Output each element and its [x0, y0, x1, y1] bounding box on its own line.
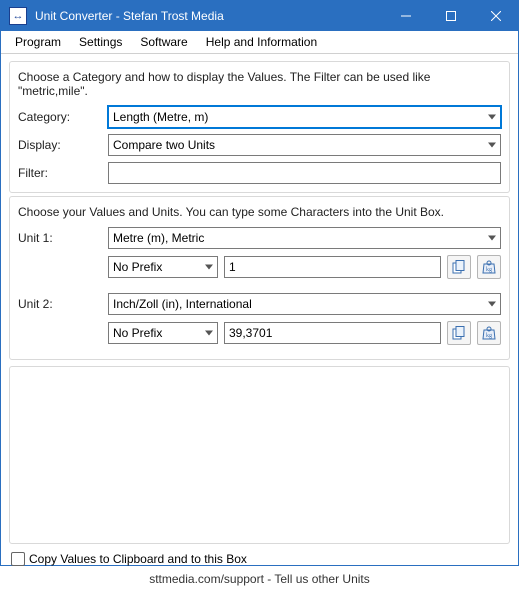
- unit2-row: Unit 2: Inch/Zoll (in), International: [18, 293, 501, 315]
- close-button[interactable]: [473, 1, 518, 31]
- maximize-button[interactable]: [428, 1, 473, 31]
- unit2-subrow: No Prefix 39,3701 kg: [108, 321, 501, 345]
- output-box[interactable]: [9, 366, 510, 544]
- unit1-block: Unit 1: Metre (m), Metric No Prefix 1: [18, 227, 501, 279]
- chevron-down-icon: [488, 115, 496, 120]
- unit1-select-value: Metre (m), Metric: [113, 231, 496, 245]
- svg-text:kg: kg: [486, 267, 492, 273]
- copy-icon: [452, 326, 466, 340]
- menu-software[interactable]: Software: [132, 33, 195, 51]
- chevron-down-icon: [205, 265, 213, 270]
- maximize-icon: [446, 11, 456, 21]
- svg-text:kg: kg: [486, 333, 492, 339]
- chevron-down-icon: [205, 331, 213, 336]
- weight-kg-icon: kg: [481, 259, 497, 275]
- chevron-down-icon: [488, 236, 496, 241]
- minimize-button[interactable]: [383, 1, 428, 31]
- unit2-value-input[interactable]: 39,3701: [224, 322, 441, 344]
- display-label: Display:: [18, 138, 108, 152]
- unit2-value: 39,3701: [229, 326, 272, 340]
- unit2-select[interactable]: Inch/Zoll (in), International: [108, 293, 501, 315]
- unit1-prefix-value: No Prefix: [113, 260, 213, 274]
- unit2-block: Unit 2: Inch/Zoll (in), International No…: [18, 293, 501, 345]
- copy-checkbox-row[interactable]: Copy Values to Clipboard and to this Box: [9, 550, 510, 568]
- category-select-value: Length (Metre, m): [113, 110, 496, 124]
- content-area: Choose a Category and how to display the…: [1, 54, 518, 570]
- unit2-copy-button[interactable]: [447, 321, 471, 345]
- display-row: Display: Compare two Units: [18, 134, 501, 156]
- menu-help[interactable]: Help and Information: [198, 33, 325, 51]
- category-group: Choose a Category and how to display the…: [9, 61, 510, 193]
- close-icon: [491, 11, 501, 21]
- title-bar: ↔ Unit Converter - Stefan Trost Media: [1, 1, 518, 31]
- minimize-icon: [401, 11, 411, 21]
- unit1-subrow: No Prefix 1 kg: [108, 255, 501, 279]
- filter-input[interactable]: [108, 162, 501, 184]
- units-hint: Choose your Values and Units. You can ty…: [18, 205, 501, 219]
- menu-bar: Program Settings Software Help and Infor…: [1, 31, 518, 53]
- footer-link[interactable]: sttmedia.com/support - Tell us other Uni…: [1, 570, 518, 590]
- unit1-weight-button[interactable]: kg: [477, 255, 501, 279]
- app-icon: ↔: [9, 7, 27, 25]
- display-select-value: Compare two Units: [113, 138, 496, 152]
- category-label: Category:: [18, 110, 108, 124]
- category-hint: Choose a Category and how to display the…: [18, 70, 501, 98]
- display-select[interactable]: Compare two Units: [108, 134, 501, 156]
- copy-icon: [452, 260, 466, 274]
- unit1-copy-button[interactable]: [447, 255, 471, 279]
- unit1-prefix-select[interactable]: No Prefix: [108, 256, 218, 278]
- unit1-value: 1: [229, 260, 236, 274]
- chevron-down-icon: [488, 302, 496, 307]
- filter-label: Filter:: [18, 166, 108, 180]
- unit2-prefix-value: No Prefix: [113, 326, 213, 340]
- unit2-select-value: Inch/Zoll (in), International: [113, 297, 496, 311]
- category-select[interactable]: Length (Metre, m): [108, 106, 501, 128]
- weight-kg-icon: kg: [481, 325, 497, 341]
- unit2-label: Unit 2:: [18, 297, 108, 311]
- unit1-value-input[interactable]: 1: [224, 256, 441, 278]
- menu-settings[interactable]: Settings: [71, 33, 130, 51]
- window-title: Unit Converter - Stefan Trost Media: [33, 9, 383, 23]
- chevron-down-icon: [488, 143, 496, 148]
- filter-row: Filter:: [18, 162, 501, 184]
- copy-checkbox-label: Copy Values to Clipboard and to this Box: [29, 552, 247, 566]
- menu-program[interactable]: Program: [7, 33, 69, 51]
- copy-checkbox[interactable]: [11, 552, 25, 566]
- unit2-prefix-select[interactable]: No Prefix: [108, 322, 218, 344]
- unit2-weight-button[interactable]: kg: [477, 321, 501, 345]
- unit1-select[interactable]: Metre (m), Metric: [108, 227, 501, 249]
- units-group: Choose your Values and Units. You can ty…: [9, 196, 510, 360]
- category-row: Category: Length (Metre, m): [18, 106, 501, 128]
- unit1-label: Unit 1:: [18, 231, 108, 245]
- unit1-row: Unit 1: Metre (m), Metric: [18, 227, 501, 249]
